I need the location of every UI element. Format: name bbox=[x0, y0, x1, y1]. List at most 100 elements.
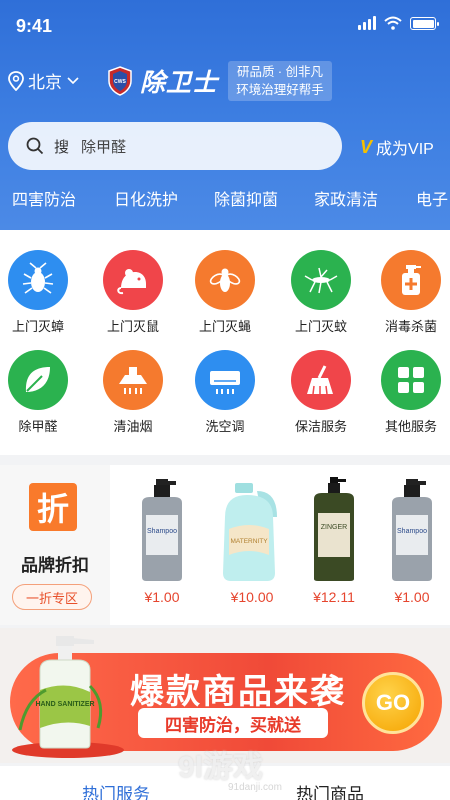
chevron-down-icon bbox=[67, 76, 79, 84]
service-item[interactable]: 保洁服务 bbox=[276, 350, 366, 435]
product-card[interactable]: Shampoo ¥1.00 bbox=[372, 477, 450, 605]
city-name: 北京 bbox=[28, 73, 62, 92]
category-tab[interactable]: 家政清洁 bbox=[314, 186, 378, 210]
shampoo-bottle-image: Shampoo bbox=[392, 479, 432, 581]
broom-icon bbox=[307, 365, 333, 395]
category-tabs: 四害防治 日化洗护 除菌抑菌 家政清洁 电子 bbox=[0, 186, 450, 216]
bottle-label: HAND SANITIZER bbox=[35, 701, 94, 708]
wifi-icon bbox=[384, 16, 402, 30]
one-fold-zone-button[interactable]: 一折专区 bbox=[12, 584, 92, 610]
range-hood-icon bbox=[119, 367, 147, 394]
discount-icon: 折 bbox=[29, 483, 77, 531]
search-bar[interactable]: 搜 除甲醛 bbox=[8, 122, 342, 170]
category-tab[interactable]: 四害防治 bbox=[12, 186, 76, 210]
product-card[interactable]: MATERNITY ¥10.00 bbox=[212, 477, 292, 605]
service-item[interactable]: 上门灭鼠 bbox=[88, 250, 178, 335]
discount-title: 品牌折扣 bbox=[21, 556, 89, 575]
service-icon-bg bbox=[195, 250, 255, 310]
service-item[interactable]: 清油烟 bbox=[88, 350, 178, 435]
product-price: ¥1.00 bbox=[144, 589, 180, 605]
location-pin-icon bbox=[8, 70, 24, 91]
tab-hot-services[interactable]: 热门服务 bbox=[82, 780, 150, 800]
tab-hot-products[interactable]: 热门商品 bbox=[296, 780, 364, 800]
category-tab[interactable]: 除菌抑菌 bbox=[214, 186, 278, 210]
leaf-icon bbox=[25, 367, 50, 392]
watermark-url: 91danji.com bbox=[228, 782, 282, 793]
banner-title: 爆款商品来袭 bbox=[130, 673, 346, 711]
disinfect-bottle-icon bbox=[402, 265, 421, 295]
brand-badge-text: CWS bbox=[114, 79, 126, 85]
grid-icon bbox=[398, 367, 424, 393]
brand-logo: CWS 除卫士 bbox=[108, 63, 218, 99]
service-label: 上门灭鼠 bbox=[106, 319, 159, 334]
service-label: 除甲醛 bbox=[18, 419, 58, 434]
brand-name: 除卫士 bbox=[140, 69, 219, 97]
service-label: 上门灭蝇 bbox=[198, 319, 251, 334]
fly-icon bbox=[209, 268, 241, 292]
product-label: Shampoo bbox=[397, 528, 427, 535]
service-item[interactable]: 洗空调 bbox=[180, 350, 270, 435]
product-price: ¥10.00 bbox=[230, 589, 274, 605]
status-icons bbox=[358, 16, 439, 30]
category-tab[interactable]: 日化洗护 bbox=[114, 186, 178, 210]
cockroach-icon bbox=[22, 262, 54, 294]
service-item[interactable]: 其他服务 bbox=[366, 350, 450, 435]
service-icon-bg bbox=[381, 350, 441, 410]
become-vip-button[interactable]: V 成为VIP bbox=[360, 135, 434, 159]
product-label: ZINGER bbox=[321, 524, 347, 531]
vip-label: 成为VIP bbox=[376, 141, 434, 158]
service-icon-bg bbox=[291, 250, 351, 310]
banner-subtitle: 四害防治，买就送 bbox=[138, 708, 328, 738]
header: 9:41 北京 CWS 除卫士 研品质 · 创非凡 环境治理好帮手 搜 除甲醛 … bbox=[0, 0, 450, 230]
search-prefix: 搜 bbox=[54, 138, 70, 156]
slogan-line-2: 环境治理好帮手 bbox=[236, 83, 324, 97]
product-card[interactable]: ZINGER ¥12.11 bbox=[294, 477, 374, 605]
brand-shield-icon: CWS bbox=[108, 66, 132, 96]
service-item[interactable]: 上门灭蟑 bbox=[0, 250, 83, 335]
status-time: 9:41 bbox=[16, 16, 53, 36]
battery-level bbox=[412, 19, 434, 28]
search-icon bbox=[26, 137, 44, 155]
service-label: 清油烟 bbox=[113, 419, 153, 434]
product-label: MATERNITY bbox=[230, 538, 268, 545]
service-label: 上门灭蚊 bbox=[294, 319, 347, 334]
mouse-icon bbox=[117, 269, 146, 295]
product-label: Shampoo bbox=[147, 528, 177, 535]
service-label: 洗空调 bbox=[205, 419, 245, 434]
slogan-box: 研品质 · 创非凡 环境治理好帮手 bbox=[228, 61, 332, 101]
service-label: 保洁服务 bbox=[294, 419, 347, 434]
category-tab[interactable]: 电子 bbox=[416, 186, 448, 210]
vip-v-icon: V bbox=[360, 136, 373, 157]
city-selector[interactable]: 北京 bbox=[8, 68, 80, 93]
service-icon-bg bbox=[195, 350, 255, 410]
air-conditioner-icon bbox=[210, 371, 240, 394]
hand-sanitizer-bottle-image: HAND SANITIZER bbox=[12, 636, 124, 758]
service-label: 消毒杀菌 bbox=[384, 319, 437, 334]
mosquito-icon bbox=[304, 267, 338, 294]
product-price: ¥1.00 bbox=[394, 589, 430, 605]
service-icon-bg bbox=[103, 250, 163, 310]
search-hint: 除甲醛 bbox=[81, 138, 127, 156]
service-icon-bg bbox=[381, 250, 441, 310]
watermark-logo: 9l游戏 bbox=[178, 751, 264, 784]
brand-discount-section: 折 品牌折扣 一折专区 Shampoo ¥1.00 MATERNITY ¥10.… bbox=[0, 465, 450, 625]
service-grid: 上门灭蟑 上门灭鼠 上门灭蝇 上门灭蚊 消毒杀菌 除甲醛 清油烟 洗空调 保洁服… bbox=[0, 230, 450, 455]
service-item[interactable]: 除甲醛 bbox=[0, 350, 83, 435]
service-item[interactable]: 消毒杀菌 bbox=[366, 250, 450, 335]
go-button[interactable]: GO bbox=[362, 672, 424, 734]
brand-discount-entry[interactable]: 折 品牌折扣 一折专区 bbox=[0, 465, 110, 625]
shampoo-bottle-image: Shampoo bbox=[142, 479, 182, 581]
product-price: ¥12.11 bbox=[313, 589, 355, 605]
service-item[interactable]: 上门灭蝇 bbox=[180, 250, 270, 335]
service-icon-bg bbox=[8, 350, 68, 410]
service-label: 其他服务 bbox=[384, 419, 437, 434]
slogan-line-1: 研品质 · 创非凡 bbox=[236, 65, 324, 79]
status-bar: 9:41 bbox=[0, 0, 450, 52]
service-item[interactable]: 上门灭蚊 bbox=[276, 250, 366, 335]
battery-icon bbox=[410, 17, 439, 30]
service-icon-bg bbox=[8, 250, 68, 310]
body-wash-bottle-image: ZINGER bbox=[314, 477, 354, 581]
product-card[interactable]: Shampoo ¥1.00 bbox=[122, 477, 202, 605]
laundry-detergent-image: MATERNITY bbox=[223, 483, 277, 581]
service-icon-bg bbox=[291, 350, 351, 410]
